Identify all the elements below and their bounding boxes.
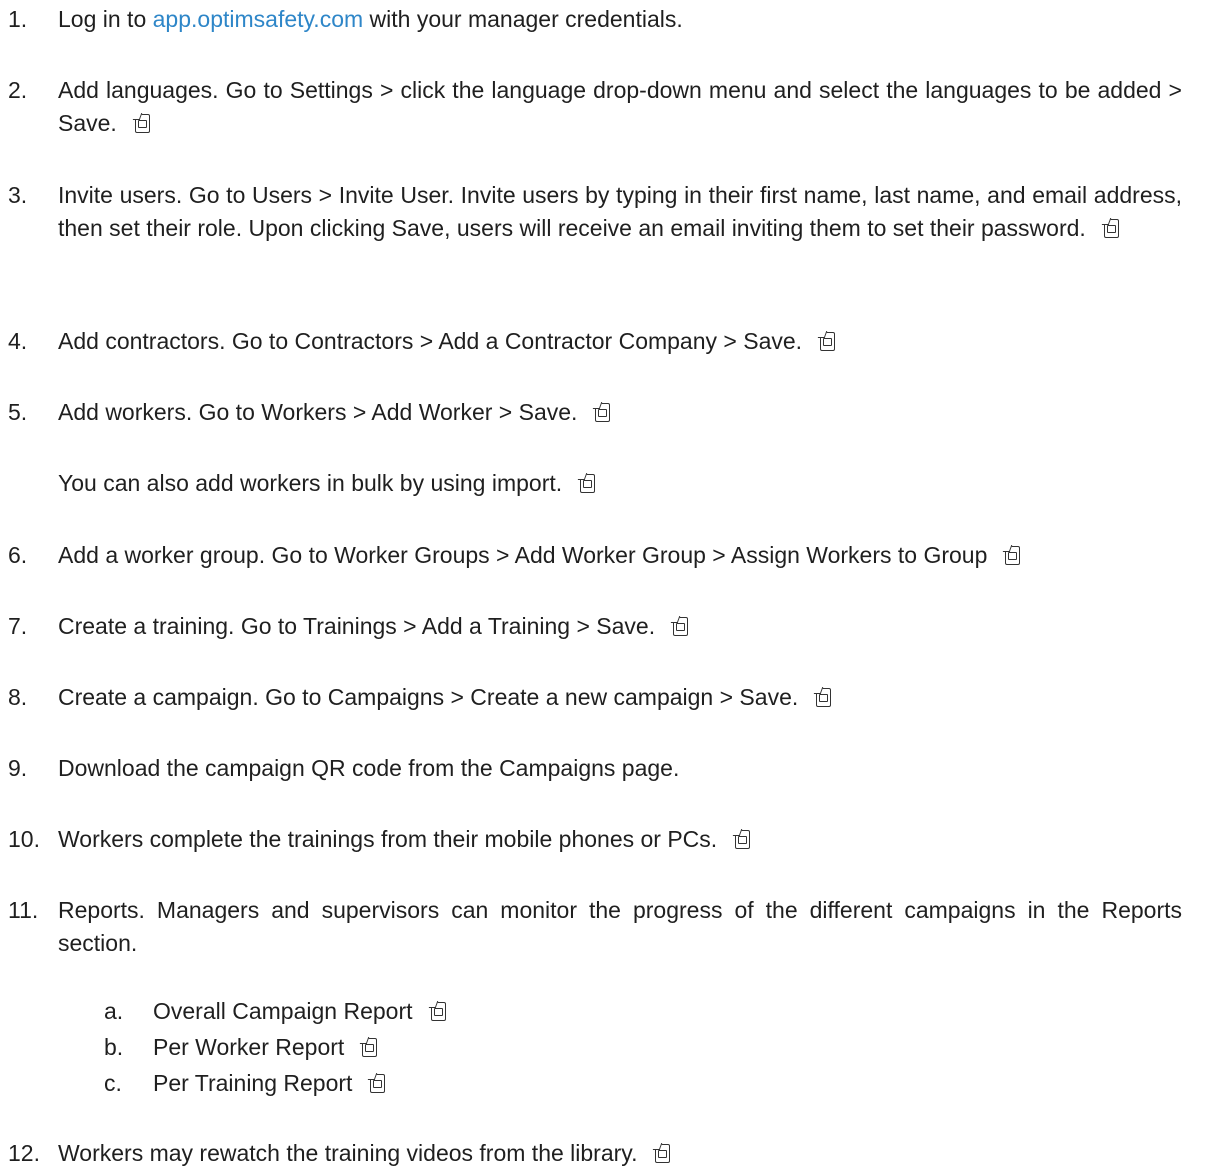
sub-step-text: Per Training Report — [153, 1067, 1153, 1100]
step-number: 2. — [8, 77, 28, 103]
step-text: Create a campaign. Go to Campaigns > Cre… — [58, 681, 1182, 714]
document-attachment-icon[interactable] — [1005, 546, 1021, 565]
document-attachment-icon[interactable] — [820, 332, 836, 351]
step-number: 11. — [8, 897, 39, 923]
step-text: Workers complete the trainings from thei… — [58, 823, 1182, 856]
step-number: 7. — [8, 613, 28, 639]
step-text: Add workers. Go to Workers > Add Worker … — [58, 396, 1182, 429]
sub-step-label: Per Training Report — [153, 1070, 353, 1096]
step-number: 10. — [8, 826, 40, 852]
document-attachment-icon[interactable] — [370, 1074, 386, 1093]
document-attachment-icon[interactable] — [673, 617, 689, 636]
step-text: Workers may rewatch the training videos … — [58, 1137, 1182, 1170]
step-text: Create a training. Go to Trainings > Add… — [58, 610, 1182, 643]
step-text-content: Workers complete the trainings from thei… — [58, 826, 718, 852]
step-text-content: Add a worker group. Go to Worker Groups … — [58, 542, 988, 568]
step-text-content: Add workers. Go to Workers > Add Worker … — [58, 399, 578, 425]
step-text: Reports. Managers and supervisors can mo… — [58, 894, 1182, 960]
step-number: 12. — [8, 1140, 40, 1166]
document-attachment-icon[interactable] — [134, 114, 150, 133]
step-note: You can also add workers in bulk by usin… — [58, 467, 1182, 500]
login-link[interactable]: app.optimsafety.com — [153, 6, 364, 32]
step-text-content: Workers may rewatch the training videos … — [58, 1140, 638, 1166]
sub-step-text: Overall Campaign Report — [153, 995, 1153, 1028]
sub-step-letter: b. — [104, 1034, 124, 1060]
step-text-content: Add languages. Go to Settings > click th… — [58, 77, 1182, 136]
sub-step-letter: a. — [104, 998, 124, 1024]
step-text-content: Create a campaign. Go to Campaigns > Cre… — [58, 684, 799, 710]
step-text-content: Reports. Managers and supervisors can mo… — [58, 897, 1182, 956]
document-attachment-icon[interactable] — [735, 830, 751, 849]
document-attachment-icon[interactable] — [362, 1038, 378, 1057]
step-text-content: Download the campaign QR code from the C… — [58, 755, 680, 781]
document-attachment-icon[interactable] — [655, 1144, 671, 1163]
document-attachment-icon[interactable] — [580, 474, 596, 493]
step-text: Add contractors. Go to Contractors > Add… — [58, 325, 1182, 358]
step-number: 9. — [8, 755, 28, 781]
step-number: 6. — [8, 542, 28, 568]
step-number: 5. — [8, 399, 28, 425]
sub-step-text: Per Worker Report — [153, 1031, 1153, 1064]
step-text-suffix: with your manager credentials. — [363, 6, 683, 32]
sub-step-label: Overall Campaign Report — [153, 998, 413, 1024]
step-text: Add a worker group. Go to Worker Groups … — [58, 539, 1182, 572]
step-text: Log in to app.optimsafety.com with your … — [58, 3, 1182, 36]
step-text: Invite users. Go to Users > Invite User.… — [58, 179, 1182, 245]
step-number: 3. — [8, 182, 28, 208]
step-text-prefix: Log in to — [58, 6, 153, 32]
sub-step-label: Per Worker Report — [153, 1034, 345, 1060]
step-text: Download the campaign QR code from the C… — [58, 752, 1182, 785]
step-note-text: You can also add workers in bulk by usin… — [58, 470, 563, 496]
sub-step-letter: c. — [104, 1070, 122, 1096]
step-text-content: Add contractors. Go to Contractors > Add… — [58, 328, 803, 354]
step-text-content: Invite users. Go to Users > Invite User.… — [58, 182, 1182, 241]
step-text: Add languages. Go to Settings > click th… — [58, 74, 1182, 140]
step-number: 1. — [8, 6, 28, 32]
step-number: 4. — [8, 328, 28, 354]
document-attachment-icon[interactable] — [816, 688, 832, 707]
document-attachment-icon[interactable] — [430, 1002, 446, 1021]
step-number: 8. — [8, 684, 28, 710]
document-attachment-icon[interactable] — [1103, 219, 1119, 238]
document-attachment-icon[interactable] — [595, 403, 611, 422]
step-text-content: Create a training. Go to Trainings > Add… — [58, 613, 656, 639]
